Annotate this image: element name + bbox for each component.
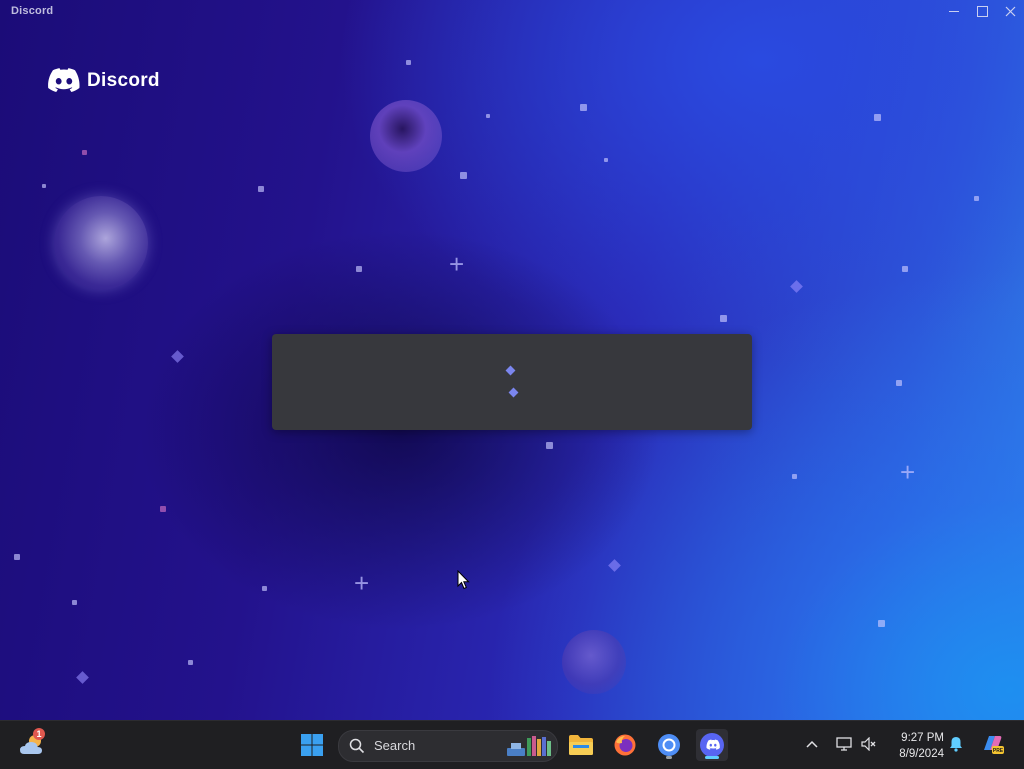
sparkle-decoration: + (449, 249, 465, 279)
star-decoration (14, 554, 20, 560)
loading-panel (272, 334, 752, 430)
taskbar-discord[interactable] (696, 729, 728, 761)
diamond-decoration (76, 671, 89, 684)
diamond-decoration (608, 559, 621, 572)
file-explorer-icon (569, 735, 593, 755)
minimize-icon (949, 10, 959, 12)
volume-tray-button[interactable] (860, 735, 878, 753)
star-decoration (406, 60, 411, 65)
taskbar: Search 9:27 PM 8/9/2024 PRE (0, 720, 1024, 769)
copilot-button[interactable]: PRE (980, 732, 1004, 756)
star-decoration (874, 114, 881, 121)
chrome-icon (658, 734, 680, 756)
star-decoration (896, 380, 902, 386)
active-indicator (705, 756, 719, 759)
diamond-decoration (790, 280, 803, 293)
planet-decoration (562, 630, 626, 694)
star-decoration (160, 506, 166, 512)
star-decoration (262, 586, 267, 591)
clock-time: 9:27 PM (901, 732, 944, 744)
running-indicator (666, 756, 672, 759)
brand-name: Discord (87, 70, 160, 91)
taskbar-firefox[interactable] (609, 729, 641, 761)
star-decoration (604, 158, 608, 162)
discord-window: + + + Discord Discord (0, 0, 1024, 720)
star-decoration (902, 266, 908, 272)
mouse-cursor-icon (457, 570, 470, 590)
minimize-button[interactable] (940, 0, 968, 22)
bell-icon (950, 737, 962, 752)
discord-brand: Discord (48, 68, 160, 94)
volume-muted-icon (861, 737, 876, 751)
star-decoration (720, 315, 727, 322)
star-decoration (42, 184, 46, 188)
weather-notification-badge: 1 (33, 728, 45, 740)
network-tray-button[interactable] (835, 735, 853, 753)
star-decoration (82, 150, 87, 155)
star-decoration (486, 114, 490, 118)
taskbar-file-explorer[interactable] (565, 729, 597, 761)
star-decoration (72, 600, 77, 605)
title-bar: Discord (0, 0, 1024, 22)
svg-text:PRE: PRE (993, 748, 1004, 754)
search-icon (349, 738, 365, 754)
copilot-icon: PRE (984, 736, 1004, 754)
search-placeholder: Search (374, 738, 416, 753)
loading-spinner-dot (508, 387, 519, 398)
window-title: Discord (11, 5, 54, 17)
start-button[interactable] (296, 729, 328, 761)
discord-icon (700, 733, 724, 757)
chevron-up-icon (806, 740, 818, 748)
star-decoration (546, 442, 553, 449)
star-decoration (356, 266, 362, 272)
notifications-button[interactable] (947, 735, 965, 753)
show-hidden-icons-button[interactable] (803, 735, 821, 753)
star-decoration (258, 186, 264, 192)
taskbar-clock[interactable]: 9:27 PM 8/9/2024 (882, 730, 944, 762)
planet-decoration (54, 196, 148, 290)
sparkle-decoration: + (354, 568, 370, 598)
star-decoration (878, 620, 885, 627)
close-button[interactable] (996, 0, 1024, 22)
clock-date: 8/9/2024 (899, 748, 944, 760)
close-icon (1005, 6, 1015, 16)
star-decoration (792, 474, 797, 479)
loading-spinner-dot (505, 365, 516, 376)
discord-logo-icon (48, 68, 80, 92)
sparkle-decoration: + (900, 457, 916, 487)
network-icon (836, 737, 852, 751)
star-decoration (188, 660, 193, 665)
star-decoration (580, 104, 587, 111)
diamond-decoration (171, 350, 184, 363)
planet-decoration (370, 100, 442, 172)
star-decoration (460, 172, 467, 179)
maximize-button[interactable] (968, 0, 996, 22)
star-decoration (974, 196, 979, 201)
taskbar-chrome[interactable] (653, 729, 685, 761)
taskbar-search[interactable]: Search (338, 730, 558, 762)
maximize-icon (976, 5, 988, 17)
search-highlight-icon (507, 736, 551, 756)
firefox-icon (614, 734, 636, 756)
windows-start-icon (301, 734, 323, 756)
